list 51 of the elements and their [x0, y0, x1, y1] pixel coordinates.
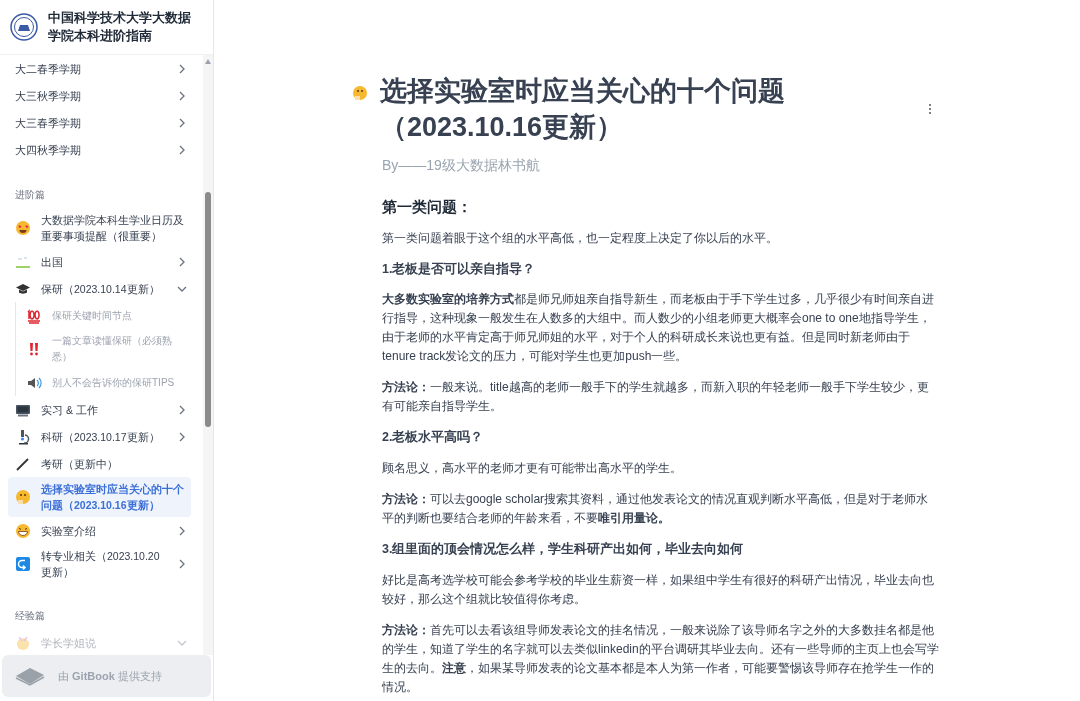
scrollbar-thumb[interactable]: [205, 192, 211, 427]
nav-item[interactable]: 保研（2023.10.14更新）: [8, 275, 191, 302]
paragraph: 方法论：首先可以去看该组导师发表论文的挂名情况，一般来说除了该导师名字之外的大多数挂名都是他的学生，知道了学生的名字就可以去类似linkedin的平台调研其毕业去向。还有一些导师的主页上也会写学生的去向。注意，如果某导师发表的论文基本都是本人为第一作者，可能要警惕该导师存在抢学生一作的情况。: [382, 621, 940, 696]
chevron-right-icon: [177, 559, 187, 569]
nav-item[interactable]: 实验室介绍: [8, 517, 191, 544]
chevron-right-icon: [177, 144, 187, 155]
question-heading: 3.组里面的顶会情况怎么样，学生科研产出如何，毕业去向如何: [382, 541, 745, 558]
chevron-right-icon: [177, 256, 187, 267]
paragraph: 大多数实验室的培养方式都是师兄师姐亲自指导新生，而老板由于手下学生过多，几乎很少有时间亲自进行指导，这种现象一般发生在人数多的大组中。而人数少的小组老师更大概率会one to one地指导学生，由于老师的水平肯定高于师兄师姐的水平，对于个人的科研成长来说也更有益。但是同时新老师由于tenure track发论文的压力，可能对学生也更加push一些。: [382, 291, 935, 366]
chevron-right-icon: [177, 525, 187, 536]
nav-item[interactable]: 实习 & 工作: [8, 396, 191, 423]
scrollbar[interactable]: [203, 55, 213, 655]
page-title: 选择实验室时应当关心的十个问题（2023.10.16更新）: [380, 75, 786, 144]
thinking-emoji-icon: [15, 489, 31, 505]
site-title[interactable]: 中国科学技术大学大数据学院本科进阶指南: [48, 9, 203, 45]
paragraph: 顾名思义，高水平的老师才更有可能带出高水平的学生。: [382, 460, 683, 477]
book-icon: [14, 666, 46, 686]
hundred-points-icon: [26, 307, 42, 324]
section-heading: 第一类问题：: [382, 197, 473, 217]
byline: By——19级大数据林书航: [382, 156, 541, 175]
paragraph: 第一类问题着眼于这个组的水平高低，也一定程度上决定了你以后的水平。: [382, 229, 779, 247]
paragraph: 方法论：可以去google scholar搜索其资料，通过他发表论文的情况直观判断水平高低，但是对于老师水平的判断也要结合老师的年龄来看，不要唯引用量论。: [382, 491, 930, 527]
nav-item[interactable]: 大三春季学期: [8, 109, 191, 136]
nav-item[interactable]: 选择实验室时应当关心的十个问题（2023.10.16更新）: [8, 477, 191, 517]
nav-item[interactable]: 出国: [8, 248, 191, 275]
star-emoji-icon: [15, 220, 31, 236]
pencil-icon: [15, 455, 31, 472]
grinning-emoji-icon: [15, 522, 31, 539]
nav-item[interactable]: 大四秋季学期: [8, 136, 191, 163]
section-label: 进阶篇: [14, 188, 46, 202]
question-heading: 2.老板水平高吗？: [382, 428, 485, 447]
party-emoji-icon: [15, 634, 31, 651]
nav-item[interactable]: 大二春季学期: [8, 55, 191, 82]
chevron-right-icon: [177, 63, 187, 74]
paragraph: 好比是高考选学校可能会参考学校的毕业生薪资一样，如果组中学生有很好的科研产出情况，毕业去向也较好，那么这个组就比较值得你考虑。: [382, 571, 935, 608]
scroll-up-icon[interactable]: [205, 59, 211, 64]
nav-item[interactable]: 大数据学院本科生学业日历及重要事项提醒（很重要）: [8, 208, 191, 248]
more-options-icon[interactable]: [928, 103, 932, 115]
chevron-right-icon: [177, 404, 187, 415]
chevron-right-icon: [177, 117, 187, 128]
question-heading: 1.老板是否可以亲自指导？: [382, 260, 537, 278]
section-label: 经验篇: [14, 609, 46, 623]
nav-item[interactable]: 转专业相关（2023.10.20更新）: [8, 544, 191, 584]
university-logo: [10, 13, 38, 41]
nav-item[interactable]: 科研（2023.10.17更新）: [8, 423, 191, 450]
chevron-right-icon: [177, 431, 187, 442]
nav-item[interactable]: 大三秋季学期: [8, 82, 191, 109]
nav-item[interactable]: 考研（更新中）: [8, 450, 191, 477]
chevron-right-icon: [177, 90, 187, 101]
thinking-emoji-icon: [352, 85, 368, 101]
paragraph: 方法论：一般来说。title越高的老师一般手下的学生就越多，而新入职的年轻老师一般手下学生较少，更有可能亲自指导学生。: [382, 379, 930, 416]
